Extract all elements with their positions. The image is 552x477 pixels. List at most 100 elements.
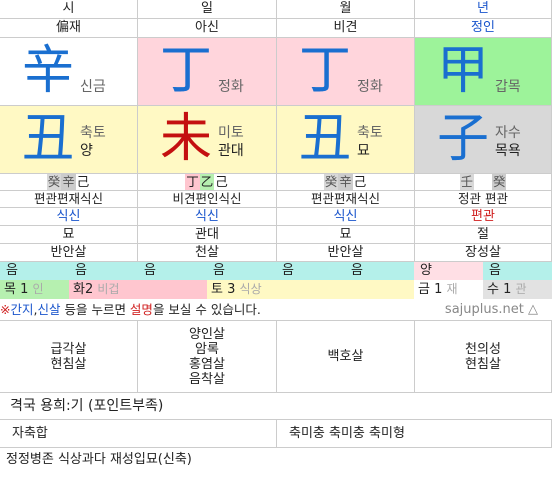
twelve-sal-hour[interactable]: 반안살 [0,244,138,262]
branch-row: 丑 축토 양 未 미토 관대 丑 축토 묘 子 자수 목욕 [0,106,552,174]
branch-hour[interactable]: 丑 축토 양 [0,106,138,174]
branch-reading: 축토 [357,125,383,141]
umyang-bar: 음 음 음 음 음 음 양 음 [0,262,552,280]
stem-reading: 신금 [80,79,106,95]
twelve-sal-month[interactable]: 반안살 [277,244,415,262]
hidden-stem: 己 [75,174,91,190]
hapchung-left[interactable]: 자축합 [0,420,277,448]
hidden-stem: 乙 [199,174,215,190]
hint-keyword: 간지 [10,302,34,317]
stem-reading: 정화 [357,79,383,95]
hidden-stem: 癸 [46,174,62,190]
jijanggan-god-row: 편관편재식신 비견편인식신 편관편재식신 정관 편관 [0,191,552,208]
hidden-stem: 壬 [459,174,475,190]
jijanggan-year[interactable]: 壬 癸 [415,174,552,191]
branch-hanja: 子 [437,109,490,169]
sinsal-hour[interactable]: 급각살 현침살 [0,321,138,393]
header-month: 월 [277,0,415,19]
sinsal-row: 급각살 현침살 양인살 암록 홍염살 음착살 백호살 천의성 현침살 [0,321,552,393]
hidden-stem: 癸 [491,174,507,190]
ohang-earth[interactable]: 토 3 식상 [207,280,414,299]
hidden-stem: 癸 [323,174,339,190]
jijanggan-god-month: 편관편재식신 [277,191,415,208]
sinsal-year[interactable]: 천의성 현침살 [415,321,552,393]
ohang-wood[interactable]: 목 1 인 [0,280,69,299]
stem-hanja: 丁 [299,41,352,101]
twelve-stage-hour[interactable]: 묘 [0,226,138,244]
stem-god-row: 偏재 아신 비견 정인 [0,19,552,38]
branch-month[interactable]: 丑 축토 묘 [277,106,415,174]
jijanggan-god-day: 비견편인식신 [138,191,277,208]
hidden-stem: 己 [214,174,229,190]
hapchung-right[interactable]: 축미충 축미충 축미형 [277,420,552,448]
stem-hanja: 丁 [160,41,213,101]
umyang-cell: 음 [207,262,276,280]
branch-phase: 양 [80,143,93,159]
stem-year[interactable]: 甲 갑목 [415,38,552,106]
umyang-cell: 음 [483,262,552,280]
branch-phase: 묘 [357,143,370,159]
stem-hanja: 甲 [437,41,490,101]
branch-god-row: 식신 식신 식신 편관 [0,208,552,226]
twelve-sal-year[interactable]: 장성살 [415,244,552,262]
site-logo[interactable]: sajuplus.net △ [445,299,538,320]
jijanggan-hour[interactable]: 癸辛己 [0,174,138,191]
twelve-sal-day[interactable]: 천살 [138,244,277,262]
hint-keyword: 신살 [37,302,61,317]
hidden-stem: 辛 [338,174,353,190]
twelve-stage-row: 묘 관대 묘 절 [0,226,552,244]
stem-reading: 갑목 [495,79,521,95]
hint-line: ※간지,신살 등을 누르면 설명을 보실 수 있습니다. sajuplus.ne… [0,299,552,321]
ohang-fire[interactable]: 화2 비겁 [69,280,207,299]
ohang-metal[interactable]: 금 1 재 [414,280,483,299]
umyang-cell: 음 [345,262,414,280]
branch-phase: 목욕 [495,143,521,159]
twelve-stage-year[interactable]: 절 [415,226,552,244]
header-year: 년 [415,0,552,19]
stem-day[interactable]: 丁 정화 [138,38,277,106]
sinsal-month[interactable]: 백호살 [277,321,415,393]
gyeokguk-line[interactable]: 격국 용희:기 (포인트부족) [0,393,552,420]
umyang-cell: 음 [276,262,345,280]
branch-hanja: 丑 [22,109,75,169]
branch-god-year[interactable]: 편관 [415,208,552,226]
stem-god-month[interactable]: 비견 [277,19,415,38]
branch-hanja: 丑 [299,109,352,169]
twelve-stage-day[interactable]: 관대 [138,226,277,244]
summary-line: 정정병존 식상과다 재성입묘(신축) [6,452,192,467]
jijanggan-day[interactable]: 丁乙己 [138,174,277,191]
stem-row: 辛 신금 丁 정화 丁 정화 甲 갑목 [0,38,552,106]
stem-month[interactable]: 丁 정화 [277,38,415,106]
umyang-cell: 음 [0,262,69,280]
jijanggan-month[interactable]: 癸辛己 [277,174,415,191]
hidden-stem: 己 [352,174,368,190]
hapchung-line: 자축합 축미충 축미충 축미형 [0,420,552,448]
branch-god-month[interactable]: 식신 [277,208,415,226]
branch-phase: 관대 [218,143,244,159]
branch-hanja: 未 [160,109,213,169]
twelve-stage-month[interactable]: 묘 [277,226,415,244]
jijanggan-row: 癸辛己 丁乙己 癸辛己 壬 癸 [0,174,552,191]
sinsal-day[interactable]: 양인살 암록 홍염살 음착살 [138,321,277,393]
twelve-sal-row: 반안살 천살 반안살 장성살 [0,244,552,262]
jijanggan-god-hour: 편관편재식신 [0,191,138,208]
stem-hour[interactable]: 辛 신금 [0,38,138,106]
branch-god-hour[interactable]: 식신 [0,208,138,226]
stem-reading: 정화 [218,79,244,95]
hidden-stem: 辛 [61,174,76,190]
branch-reading: 미토 [218,125,244,141]
ohang-bar: 목 1 인 화2 비겁 토 3 식상 금 1 재 수 1 관 [0,280,552,299]
stem-god-year[interactable]: 정인 [415,19,552,38]
header-hour: 시 [0,0,138,19]
ohang-water[interactable]: 수 1 관 [483,280,552,299]
branch-year[interactable]: 子 자수 목욕 [415,106,552,174]
stem-hanja: 辛 [22,41,75,101]
hidden-stem: 丁 [185,174,200,190]
hint-keyword: 설명 [129,302,153,317]
header-day: 일 [138,0,277,19]
saju-chart: 시 일 월 년 偏재 아신 비견 정인 辛 신금 丁 정화 丁 정화 甲 갑목 … [0,0,552,477]
branch-god-day[interactable]: 식신 [138,208,277,226]
branch-day[interactable]: 未 미토 관대 [138,106,277,174]
stem-god-day[interactable]: 아신 [138,19,277,38]
stem-god-hour[interactable]: 偏재 [0,19,138,38]
